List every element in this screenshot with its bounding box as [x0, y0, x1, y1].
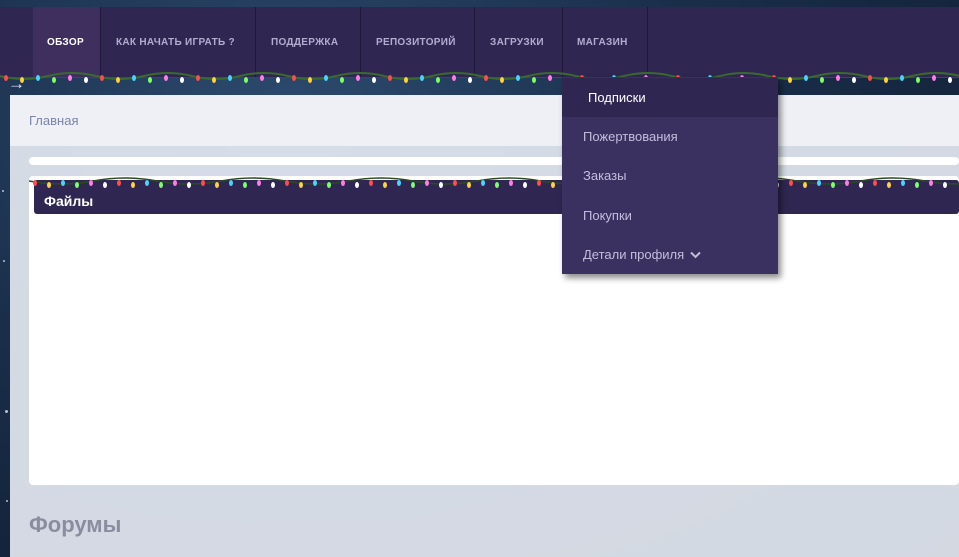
dropdown-item-purchases[interactable]: Покупки: [562, 196, 778, 235]
top-navigation: ОБЗОР КАК НАЧАТЬ ИГРАТЬ ? ПОДДЕРЖКА РЕПО…: [0, 7, 959, 78]
dropdown-item-label: Пожертвования: [583, 129, 678, 144]
breadcrumb: Главная: [10, 95, 959, 146]
files-header: Файлы: [34, 180, 959, 214]
dropdown-item-label: Подписки: [588, 90, 646, 105]
breadcrumb-home-link[interactable]: Главная: [29, 113, 78, 128]
tab-repository[interactable]: РЕПОЗИТОРИЙ: [361, 7, 475, 77]
dropdown-item-label: Покупки: [583, 208, 632, 223]
nav-left-spacer: [0, 7, 34, 77]
files-panel: Файлы: [29, 176, 959, 485]
dropdown-item-subscriptions[interactable]: Подписки: [562, 78, 778, 117]
tab-overview[interactable]: ОБЗОР: [33, 7, 101, 77]
dropdown-item-profile-details[interactable]: Детали профиля: [562, 235, 778, 274]
tab-how-to-play[interactable]: КАК НАЧАТЬ ИГРАТЬ ?: [101, 7, 256, 77]
nav-tab-list: ОБЗОР КАК НАЧАТЬ ИГРАТЬ ? ПОДДЕРЖКА РЕПО…: [33, 7, 648, 77]
tab-support[interactable]: ПОДДЕРЖКА: [256, 7, 361, 77]
files-title: Файлы: [44, 193, 94, 209]
dropdown-item-label: Детали профиля: [583, 247, 685, 262]
tab-shop[interactable]: МАГАЗИН: [563, 7, 648, 77]
dropdown-item-label: Заказы: [583, 168, 627, 183]
forums-heading: Форумы: [29, 512, 122, 537]
chevron-down-icon: [690, 251, 701, 259]
content-top-strip: [29, 157, 959, 165]
dropdown-item-orders[interactable]: Заказы: [562, 156, 778, 195]
dropdown-item-donations[interactable]: Пожертвования: [562, 117, 778, 156]
arrow-right-icon[interactable]: →: [8, 74, 25, 94]
tab-downloads[interactable]: ЗАГРУЗКИ: [475, 7, 563, 77]
shop-dropdown-menu: Подписки Пожертвования Заказы Покупки Де…: [562, 77, 778, 274]
